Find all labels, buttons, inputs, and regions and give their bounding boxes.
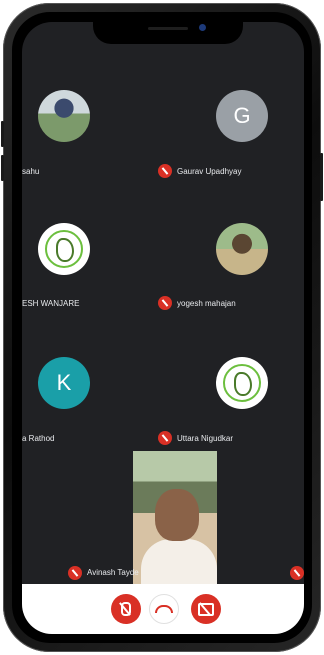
participant-name: Uttara Nigudkar <box>177 434 234 443</box>
participant-avatar[interactable]: K <box>38 357 90 409</box>
participant-name: yogesh mahajan <box>177 299 236 308</box>
mic-off-icon <box>158 164 172 178</box>
camera-toggle-button[interactable] <box>191 594 221 624</box>
participant-avatar[interactable] <box>38 90 90 142</box>
mute-mic-button[interactable] <box>111 594 141 624</box>
camera-off-icon <box>198 602 214 616</box>
power-button <box>320 153 323 201</box>
participant-avatar[interactable]: G <box>216 90 268 142</box>
phone-hangup-icon <box>155 605 173 613</box>
avatar-initial: K <box>56 370 72 395</box>
mic-off-icon <box>121 602 131 616</box>
participant-name: a Rathod <box>22 434 55 443</box>
mic-off-icon <box>68 566 82 580</box>
earpiece-speaker <box>148 27 188 30</box>
volume-button <box>1 121 4 147</box>
participant-avatar[interactable] <box>216 357 268 409</box>
participant-avatar[interactable] <box>216 223 268 275</box>
participant-name: Gaurav Upadhyay <box>177 167 242 176</box>
phone-notch <box>93 22 243 44</box>
front-camera <box>199 24 206 31</box>
mic-off-icon <box>290 566 304 580</box>
participant-avatar[interactable] <box>38 223 90 275</box>
meeting-screen: sahu G Gaurav Upadhyay ESH WANJARE yoges… <box>22 22 304 634</box>
participant-name: sahu <box>22 167 40 176</box>
volume-button <box>1 155 4 181</box>
video-person-face <box>155 489 199 541</box>
call-controls-bar <box>22 584 304 634</box>
participant-video[interactable] <box>133 451 217 589</box>
participant-name: Avinash Tayde <box>87 568 139 577</box>
end-call-button[interactable] <box>149 594 179 624</box>
participant-name: ESH WANJARE <box>22 299 80 308</box>
mic-off-icon <box>158 431 172 445</box>
mic-off-icon <box>158 296 172 310</box>
organization-logo <box>223 364 261 402</box>
organization-logo <box>45 230 83 268</box>
avatar-initial: G <box>233 103 251 128</box>
video-person-shirt <box>141 539 217 589</box>
